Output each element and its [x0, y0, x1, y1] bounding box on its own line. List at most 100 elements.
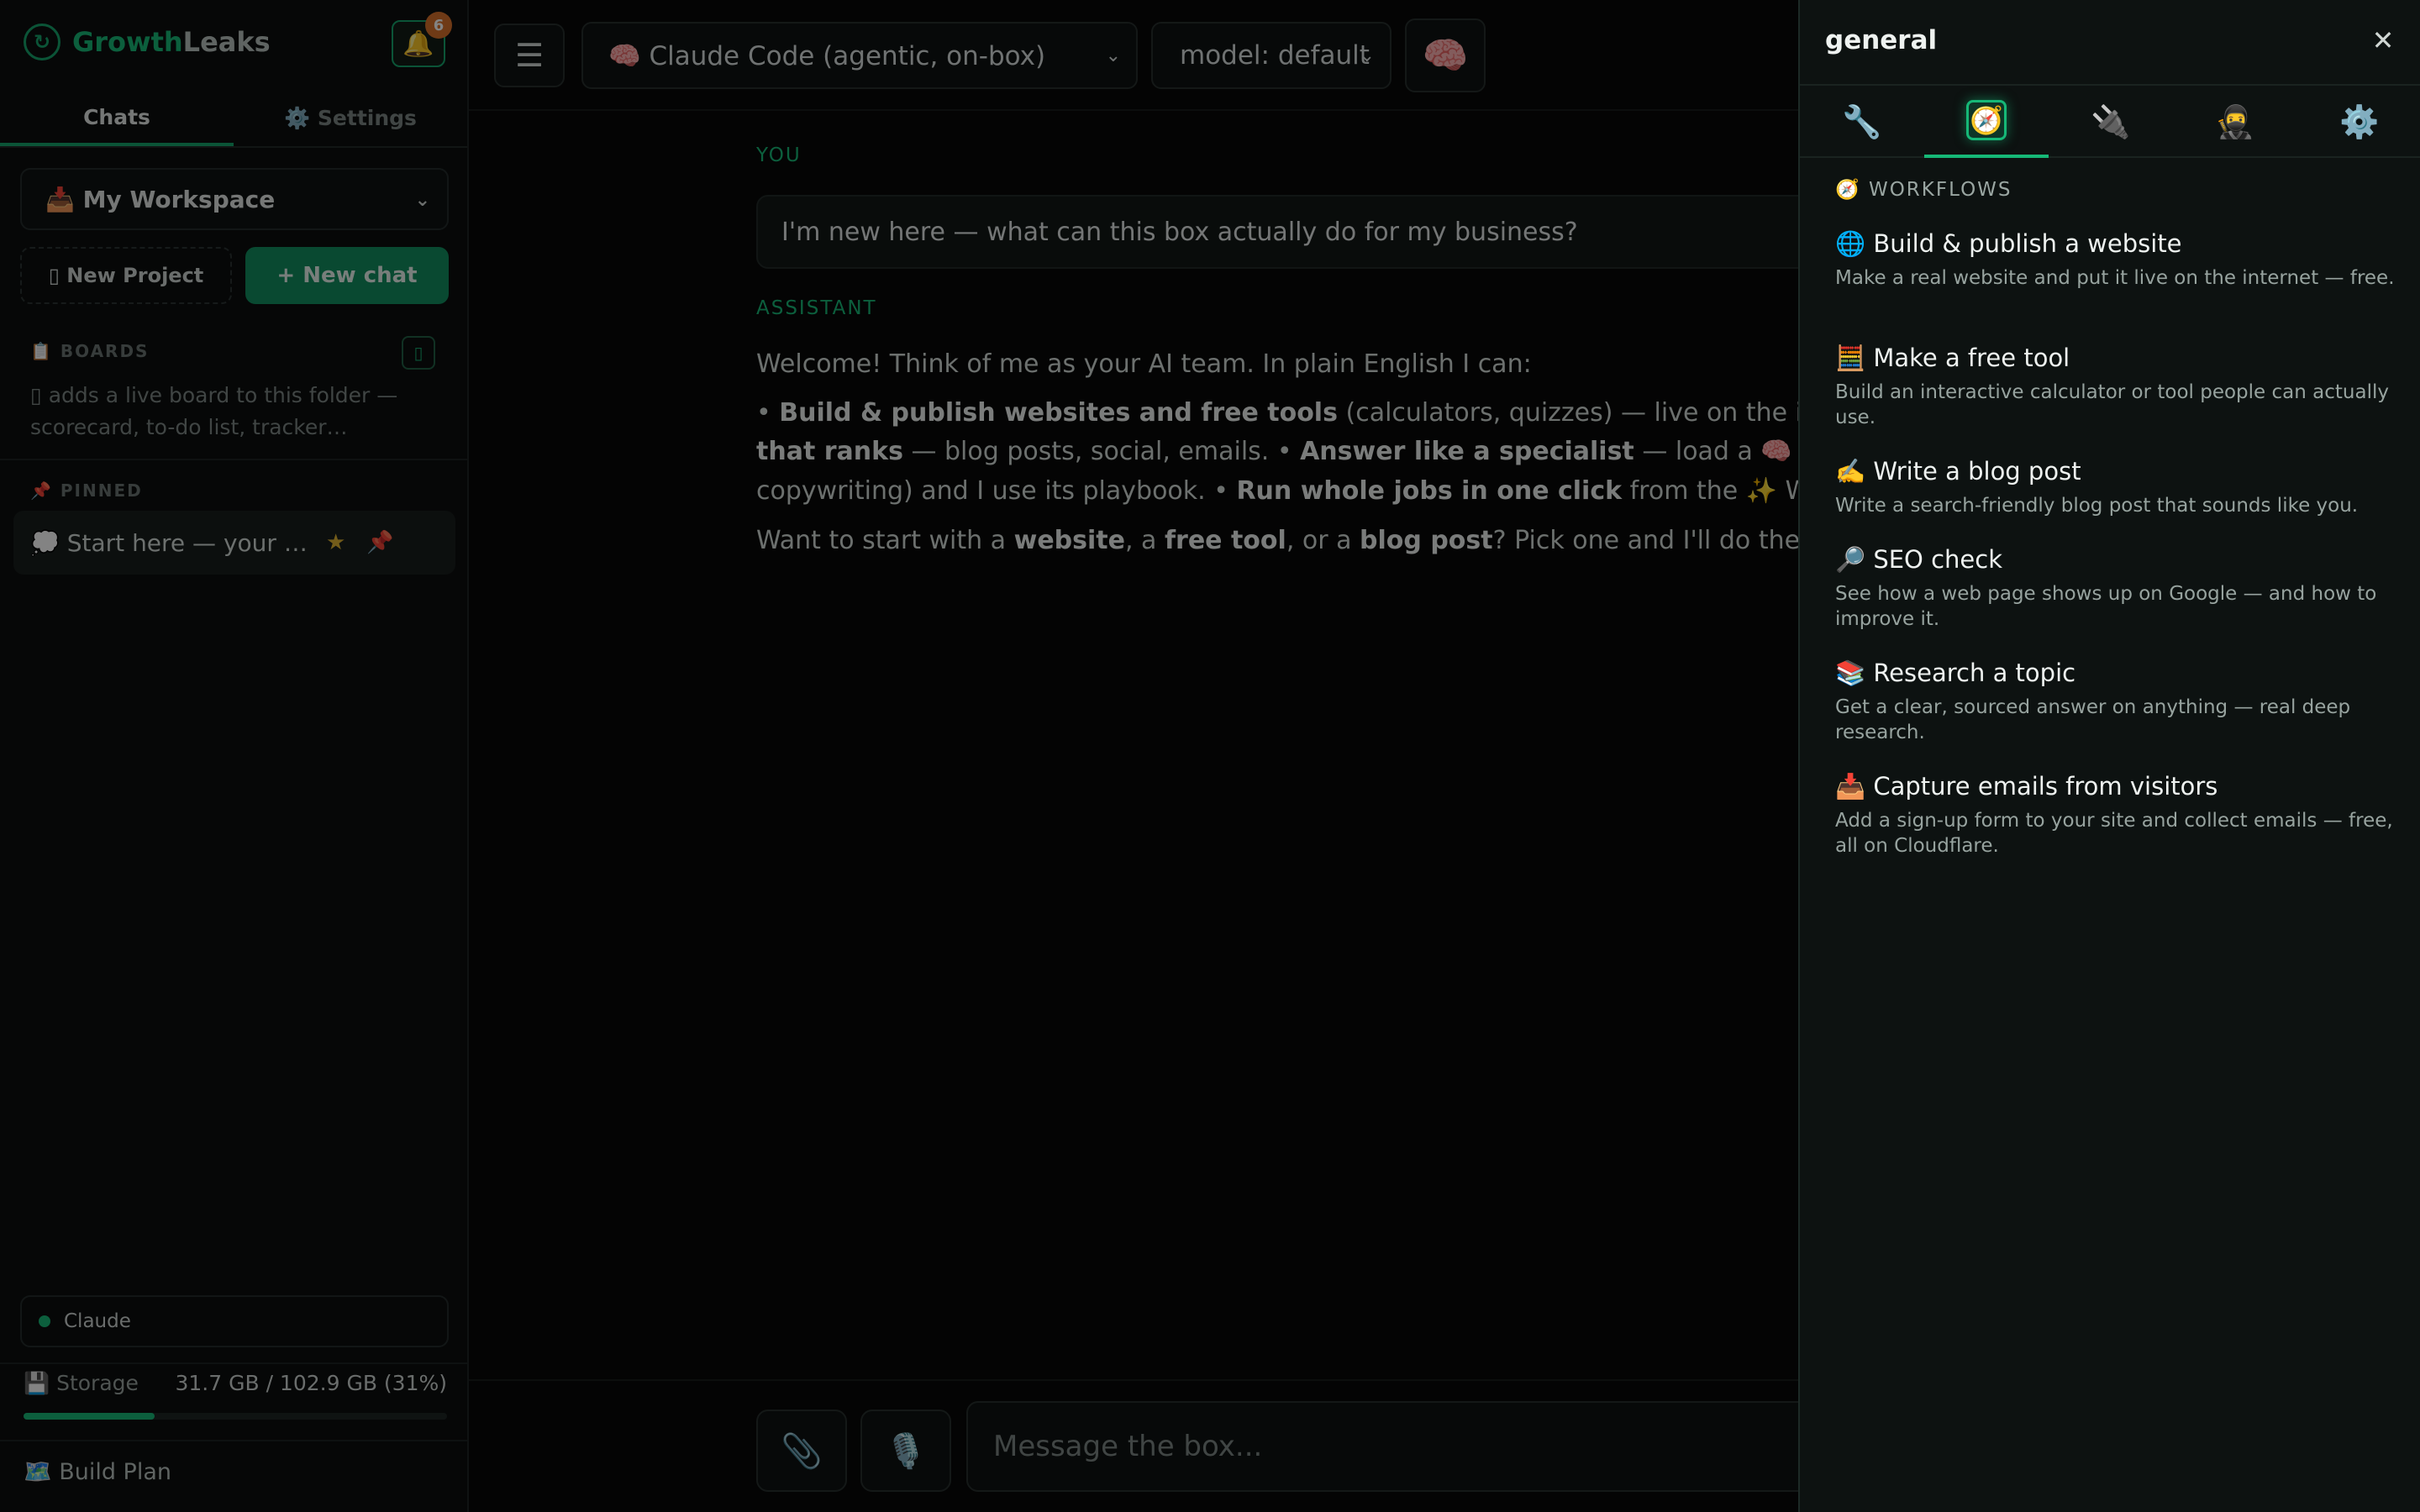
logo-icon: ↻ [24, 24, 60, 60]
sidebar: ↻ GrowthLeaks 🔔 6 Chats ⚙️ Settings 📥 My… [0, 0, 469, 1512]
brand-leaks: Leaks [182, 26, 271, 58]
microphone-icon: 🎙️ [885, 1431, 927, 1471]
ninja-icon: 🥷 [2215, 102, 2255, 140]
workflow-desc: See how a web page shows up on Google — … [1835, 583, 2377, 630]
text-run: • [756, 398, 780, 428]
text-run: , a [1124, 526, 1165, 555]
storage-info: 💾 Storage 31.7 GB / 102.9 GB (31%) [24, 1371, 447, 1396]
workflow-item[interactable]: 📥 Capture emails from visitors Add a sig… [1835, 769, 2398, 858]
compass-icon: 🧭 [1966, 100, 2007, 140]
plug-icon: 🔌 [2091, 102, 2131, 140]
chevron-down-icon: ⌄ [1359, 45, 1375, 66]
tab-plugins[interactable]: 🔌 [2049, 86, 2173, 158]
menu-button[interactable]: ☰ [494, 24, 565, 87]
workflow-title: ✍️ Write a blog post [1835, 457, 2081, 486]
workflow-item[interactable]: 📚 Research a topic Get a clear, sourced … [1835, 656, 2398, 745]
text-run: (calculators, quizzes) — live on the i [1337, 398, 1802, 428]
build-plan-link[interactable]: 🗺️ Build Plan [24, 1458, 171, 1485]
claude-status-label: Claude [64, 1310, 131, 1332]
brain-button[interactable]: 🧠 [1405, 18, 1486, 92]
workspace-select[interactable]: 📥 My Workspace ⌄ [20, 168, 449, 230]
notification-count-badge: 6 [425, 12, 452, 39]
tab-workflows[interactable]: 🧭 [1924, 86, 2049, 158]
chevron-down-icon: ⌄ [1105, 45, 1121, 66]
mic-button[interactable]: 🎙️ [860, 1410, 951, 1492]
tab-tools[interactable]: 🔧 [1800, 86, 1924, 158]
storage-bar [24, 1413, 447, 1420]
text-run: ? Pick one and I'll do the [1492, 526, 1801, 555]
workflow-item[interactable]: 🔎 SEO check See how a web page shows up … [1835, 543, 2398, 632]
workflow-title: 📥 Capture emails from visitors [1835, 772, 2218, 801]
storage-bar-fill [24, 1413, 155, 1420]
drawer-tabs: 🔧 🧭 🔌 🥷 ⚙️ [1800, 84, 2420, 158]
text-bold: Build & publish websites and free tools [779, 398, 1338, 428]
model-select-value: model: default [1180, 40, 1370, 71]
drawer-title: general [1825, 25, 1938, 55]
agent-select-value: 🧠 Claude Code (agentic, on-box) [608, 40, 1046, 71]
text-bold: website [1013, 526, 1125, 555]
text-run: from the ✨ W [1622, 476, 1811, 506]
new-project-button[interactable]: ▯ New Project [20, 247, 232, 304]
new-chat-button[interactable]: + New chat [245, 247, 449, 304]
text-bold: that ranks [756, 437, 903, 466]
workflow-title: 🧮 Make a free tool [1835, 344, 2070, 372]
pinned-section-label: 📌 PINNED [30, 480, 143, 501]
wrench-icon: 🔧 [1842, 102, 1882, 140]
storage-label: 💾 Storage [24, 1371, 139, 1395]
workflow-desc: Write a search-friendly blog post that s… [1835, 495, 2359, 517]
workflow-desc: Add a sign-up form to your site and coll… [1835, 810, 2393, 857]
workflow-desc: Build an interactive calculator or tool … [1835, 381, 2389, 428]
text-run: , or a [1286, 526, 1360, 555]
workflow-title: 🔎 SEO check [1835, 545, 2003, 574]
tab-chats[interactable]: Chats [0, 91, 234, 146]
divider [0, 1362, 467, 1364]
boards-section-label: 📋 BOARDS [30, 341, 150, 361]
workspace-label: 📥 My Workspace [45, 185, 276, 213]
pin-icon[interactable]: 📌 [366, 530, 393, 555]
add-board-button[interactable]: ▯ [402, 336, 435, 370]
text-bold: blog post [1360, 526, 1493, 555]
attach-button[interactable]: 📎 [756, 1410, 847, 1492]
workflow-item[interactable]: ✍️ Write a blog post Write a search-frie… [1835, 454, 2398, 518]
workflow-desc: Make a real website and put it live on t… [1835, 267, 2395, 289]
tab-drawer-settings[interactable]: ⚙️ [2297, 86, 2420, 158]
workflow-item[interactable]: 🌐 Build & publish a website Make a real … [1835, 227, 2398, 291]
pinned-chat-item[interactable]: 💭 Start here — your … ★ 📌 [13, 511, 455, 575]
tab-agents[interactable]: 🥷 [2173, 86, 2297, 158]
brain-icon: 🧠 [1422, 34, 1469, 77]
pinned-chat-title: 💭 Start here — your … [30, 528, 308, 557]
brand[interactable]: ↻ GrowthLeaks [24, 24, 271, 60]
status-dot [39, 1315, 50, 1327]
assistant-label: ASSISTANT [756, 297, 877, 319]
paperclip-icon: 📎 [781, 1431, 823, 1471]
text-bold: Run whole jobs in one click [1236, 476, 1623, 506]
brand-growth: Growth [72, 26, 183, 58]
gear-icon: ⚙️ [2339, 102, 2380, 140]
text-run: — load a 🧠 [1634, 437, 1792, 466]
workflows-section-label: 🧭 WORKFLOWS [1835, 179, 2012, 201]
workflow-item[interactable]: 🧮 Make a free tool Build an interactive … [1835, 341, 2398, 430]
text-bold: free tool [1164, 526, 1286, 555]
agent-select[interactable]: 🧠 Claude Code (agentic, on-box) ⌄ [581, 22, 1138, 89]
storage-value: 31.7 GB / 102.9 GB (31%) [175, 1371, 447, 1395]
workflow-title: 🌐 Build & publish a website [1835, 229, 2182, 258]
star-icon[interactable]: ★ [326, 530, 345, 555]
text-run: — blog posts, social, emails. • [902, 437, 1301, 466]
workflow-desc: Get a clear, sourced answer on anything … [1835, 696, 2351, 743]
brand-name: GrowthLeaks [72, 26, 271, 58]
chevron-down-icon: ⌄ [414, 190, 430, 211]
sidebar-tabs: Chats ⚙️ Settings [0, 91, 467, 148]
text-run: copywriting) and I use its playbook. • [756, 476, 1237, 506]
boards-hint: ▯ adds a live board to this folder — sco… [30, 383, 398, 439]
tab-settings[interactable]: ⚙️ Settings [234, 91, 467, 146]
text-run: Want to start with a [756, 526, 1014, 555]
claude-status[interactable]: Claude [20, 1295, 449, 1347]
side-drawer: general ✕ 🔧 🧭 🔌 🥷 ⚙️ 🧭 WORKFLOWS 🌐 Build… [1798, 0, 2420, 1512]
workflow-title: 📚 Research a topic [1835, 659, 2076, 687]
model-select[interactable]: model: default ⌄ [1151, 22, 1392, 89]
hamburger-icon: ☰ [514, 37, 544, 74]
text-bold: Answer like a specialist [1300, 437, 1634, 466]
close-icon[interactable]: ✕ [2365, 22, 2402, 59]
divider [0, 459, 467, 460]
you-label: YOU [756, 144, 802, 166]
